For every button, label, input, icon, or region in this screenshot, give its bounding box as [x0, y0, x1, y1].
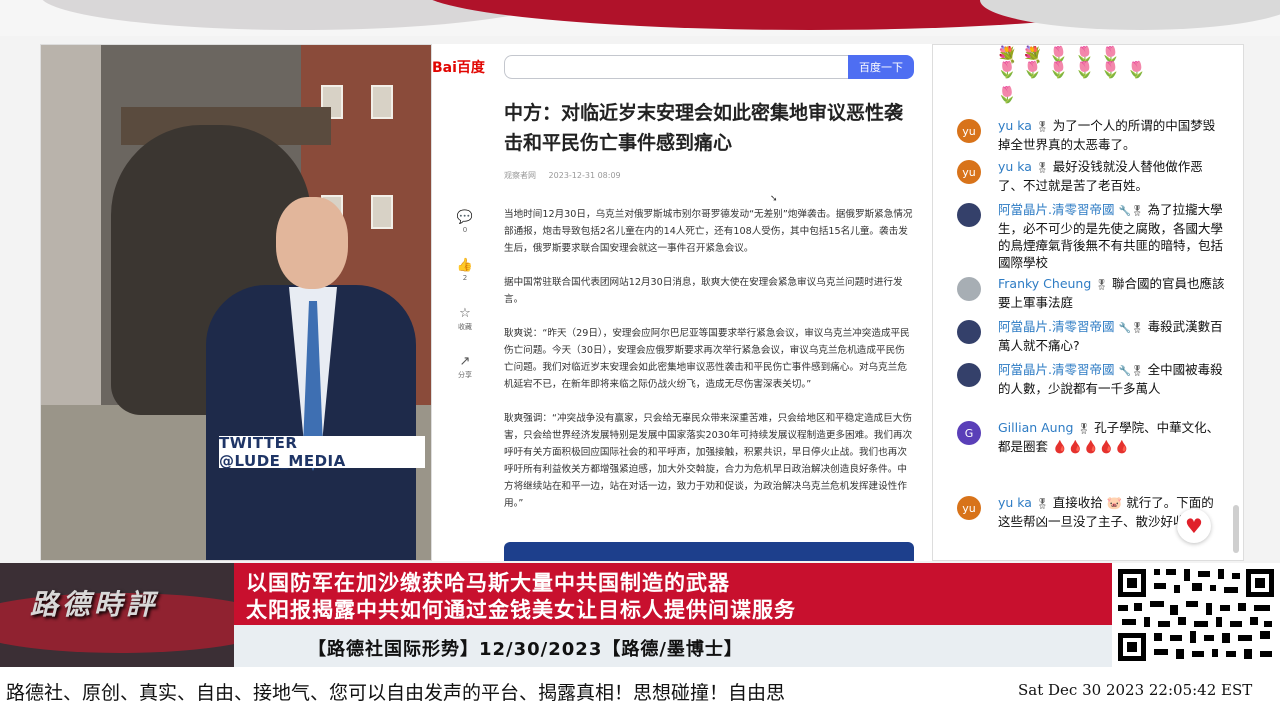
- program-title: 【路德社国际形势】12/30/2023【路德/墨博士】: [308, 639, 743, 660]
- article-paragraph: 当地时间12月30日，乌克兰对俄罗斯城市别尔哥罗德发动“无差别”炮弹袭击。据俄罗…: [504, 209, 913, 254]
- search-input[interactable]: [504, 55, 850, 79]
- article-title: 中方：对临近岁末安理会如此密集地审议恶性袭击和平民伤亡事件感到痛心: [504, 102, 904, 154]
- chat-message: 阿當晶片.清零習帝國 🔧🎖 全中國被毒殺的人數，少說都有一千多萬人: [957, 361, 1227, 397]
- chat-message: Franky Cheung 🎖 聯合國的官員也應該要上軍事法庭: [957, 275, 1227, 311]
- ticker-text: 路德社、原创、真实、自由、接地气、您可以自由发声的平台、揭露真相！思想碰撞！自由…: [6, 682, 786, 704]
- avatar[interactable]: [957, 203, 981, 227]
- chat-message: yu yu ka 🎖 最好没钱就没人替他做作恶了、不过就是苦了老百姓。: [957, 158, 1227, 194]
- emoji-row: 🌷: [997, 85, 1023, 104]
- article-paragraph: 耿爽说：“昨天（29日），安理会应阿尔巴尼亚等国要求举行紧急会议，审议乌克兰冲突…: [504, 328, 910, 390]
- member-badge-icon: 🎖: [1095, 280, 1108, 291]
- comment-action[interactable]: 💬 0: [452, 210, 478, 258]
- member-badge-icon: 🔧🎖: [1118, 206, 1144, 217]
- chat-author[interactable]: yu ka: [998, 118, 1032, 133]
- avatar[interactable]: [957, 363, 981, 387]
- avatar[interactable]: [957, 277, 981, 301]
- member-badge-icon: 🔧🎖: [1118, 366, 1144, 377]
- chat-author[interactable]: Gillian Aung: [998, 420, 1073, 435]
- share-label: 分享: [458, 371, 472, 379]
- headline-1: 以国防军在加沙缴获哈马斯大量中共国制造的武器: [246, 571, 730, 595]
- chat-message: 阿當晶片.清零習帝國 🔧🎖 毒殺武漢數百萬人就不痛心?: [957, 318, 1227, 354]
- top-decorative-banner: [0, 0, 1280, 36]
- host-video: TWITTER @LUDE_MEDIA: [40, 44, 432, 561]
- chat-message: yu yu ka 🎖 为了一个人的所谓的中国梦毁掉全世界真的太恶毒了。: [957, 117, 1227, 153]
- headline-2: 太阳报揭露中共如何通过金钱美女让目标人提供间谍服务: [246, 598, 796, 622]
- chat-author[interactable]: Franky Cheung: [998, 276, 1091, 291]
- headline-box: 以国防军在加沙缴获哈马斯大量中共国制造的武器 太阳报揭露中共如何通过金钱美女让目…: [234, 563, 1112, 625]
- share-action[interactable]: ↗ 分享: [452, 354, 478, 402]
- heart-reaction-button[interactable]: ♥: [1177, 509, 1211, 543]
- bottom-ticker: 路德社、原创、真实、自由、接地气、您可以自由发声的平台、揭露真相！思想碰撞！自由…: [0, 667, 1280, 720]
- avatar[interactable]: [957, 320, 981, 344]
- chat-scrollbar[interactable]: [1233, 505, 1239, 553]
- favorite-action[interactable]: ☆ 收藏: [452, 306, 478, 354]
- article-paragraph: 据中国常驻联合国代表团网站12月30日消息，耿爽大使在安理会紧急审议乌克兰问题时…: [504, 277, 903, 305]
- ticker-clock: Sat Dec 30 2023 22:05:42 EST: [1018, 681, 1253, 699]
- star-icon: ☆: [459, 306, 471, 321]
- lower-third-banner: 路德時評 以国防军在加沙缴获哈马斯大量中共国制造的武器 太阳报揭露中共如何通过金…: [0, 563, 1280, 667]
- chat-author[interactable]: 阿當晶片.清零習帝國: [998, 202, 1114, 217]
- article-time: 2023-12-31 08:09: [548, 171, 621, 180]
- member-badge-icon: 🎖: [1035, 499, 1049, 510]
- search-button[interactable]: 百度一下: [848, 55, 914, 79]
- chat-message: G Gillian Aung 🎖 孔子學院、中華文化、都是圈套 🩸🩸🩸🩸🩸: [957, 419, 1227, 455]
- comment-icon: 💬: [456, 210, 474, 225]
- member-badge-icon: 🎖: [1035, 122, 1049, 133]
- avatar[interactable]: yu: [957, 160, 981, 184]
- baidu-logo[interactable]: Bai百度: [432, 57, 485, 77]
- article-side-actions: 💬 0 👍 2 ☆ 收藏 ↗ 分享: [452, 210, 478, 402]
- avatar[interactable]: yu: [957, 496, 981, 520]
- mouse-cursor-icon: ➘: [770, 194, 778, 204]
- news-article-panel: Bai百度 百度一下 中方：对临近岁末安理会如此密集地审议恶性袭击和平民伤亡事件…: [432, 44, 932, 561]
- article-body: 当地时间12月30日，乌克兰对俄罗斯城市别尔哥罗德发动“无差别”炮弹袭击。据俄罗…: [504, 206, 914, 529]
- chat-author[interactable]: yu ka: [998, 495, 1032, 510]
- chat-author[interactable]: 阿當晶片.清零習帝國: [998, 319, 1114, 334]
- member-badge-icon: 🎖: [1035, 163, 1049, 174]
- member-badge-icon: 🔧🎖: [1118, 323, 1144, 334]
- article-paragraph: 耿爽强调：“冲突战争没有赢家，只会给无辜民众带来深重苦难，只会给地区和平稳定造成…: [504, 413, 913, 509]
- program-box: 【路德社国际形势】12/30/2023【路德/墨博士】: [234, 625, 1112, 667]
- share-icon: ↗: [459, 354, 471, 369]
- show-logo: 路德時評: [0, 563, 234, 667]
- baidu-header: Bai百度 百度一下: [432, 44, 932, 90]
- heart-icon: ♥: [1185, 514, 1203, 538]
- show-logo-text: 路德時評: [30, 588, 159, 621]
- article-image: [504, 542, 914, 561]
- article-source[interactable]: 观察者网: [504, 171, 536, 180]
- avatar[interactable]: G: [957, 421, 981, 445]
- like-count: 2: [462, 274, 468, 282]
- livestream-frame: TWITTER @LUDE_MEDIA Bai百度 百度一下 中方：对临近岁末安…: [0, 0, 1280, 720]
- live-chat-panel: 💐💐🌷🌷🌷 🌷🌷🌷🌷🌷🌷 🌷 yu yu ka 🎖 为了一个人的所谓的中国梦毁掉全世…: [932, 44, 1244, 561]
- comment-count: 0: [462, 226, 468, 234]
- emoji-row: 🌷🌷🌷🌷🌷🌷: [997, 60, 1153, 79]
- avatar[interactable]: yu: [957, 119, 981, 143]
- member-badge-icon: 🎖: [1077, 424, 1091, 435]
- twitter-handle-tag: TWITTER @LUDE_MEDIA: [219, 434, 425, 470]
- like-action[interactable]: 👍 2: [452, 258, 478, 306]
- article-meta: 观察者网 2023-12-31 08:09: [504, 170, 621, 181]
- favorite-label: 收藏: [458, 323, 472, 331]
- thumbs-up-icon: 👍: [456, 258, 474, 273]
- qr-code: [1114, 565, 1278, 665]
- chat-author[interactable]: 阿當晶片.清零習帝國: [998, 362, 1114, 377]
- chat-author[interactable]: yu ka: [998, 159, 1032, 174]
- chat-message: 阿當晶片.清零習帝國 🔧🎖 為了拉攏大學生，必不可少的是先使之腐敗，各國大學的鳥煙瘴…: [957, 201, 1227, 271]
